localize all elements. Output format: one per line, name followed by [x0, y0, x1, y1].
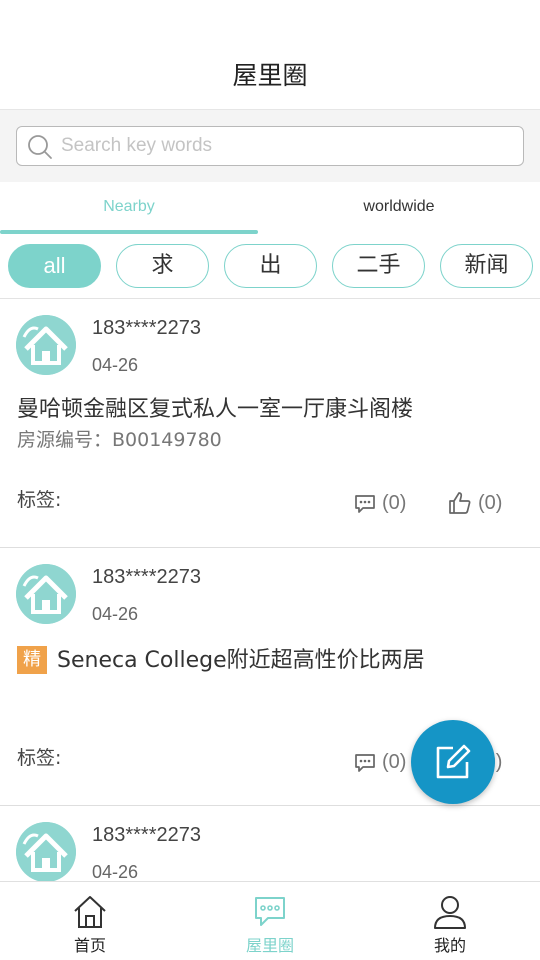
comment-button[interactable]: (0): [354, 492, 406, 515]
active-tab-indicator: [0, 230, 258, 234]
tab-nearby[interactable]: Nearby: [0, 182, 258, 234]
tags-label: 标签:: [17, 747, 62, 769]
post-username: 183****2273: [92, 317, 201, 339]
avatar[interactable]: [16, 315, 76, 375]
featured-badge: 精: [17, 646, 47, 674]
user-icon: [434, 896, 466, 929]
chip-offer[interactable]: 出: [224, 244, 317, 288]
nav-home[interactable]: 首页: [0, 882, 180, 960]
bottom-navigation: 首页 屋里圈 我的: [0, 881, 540, 960]
like-count: (0): [478, 491, 503, 514]
house-logo-icon: [16, 315, 76, 375]
tab-worldwide[interactable]: worldwide: [270, 182, 528, 234]
nav-home-label: 首页: [73, 936, 106, 955]
thumbs-up-icon: [449, 492, 471, 514]
post-card[interactable]: 183****2273 04-26 曼哈顿金融区复式私人一室一厅康斗阁楼 房源编…: [0, 299, 540, 548]
comment-count: (0): [382, 751, 407, 773]
comment-button[interactable]: (0): [354, 751, 406, 774]
comment-icon: [355, 753, 375, 772]
home-icon: [74, 896, 106, 928]
avatar[interactable]: [16, 564, 76, 624]
chip-all[interactable]: all: [8, 244, 101, 288]
chip-seek[interactable]: 求: [116, 244, 209, 288]
post-date: 04-26: [92, 355, 139, 375]
comment-count: (0): [382, 492, 407, 514]
post-date: 04-26: [92, 862, 139, 881]
post-username: 183****2273: [92, 566, 201, 588]
chip-news[interactable]: 新闻: [440, 244, 533, 288]
post-username: 183****2273: [92, 824, 201, 846]
nav-circle[interactable]: 屋里圈: [180, 882, 360, 960]
search-icon: [28, 135, 52, 159]
chat-icon: [255, 897, 285, 926]
chip-secondhand[interactable]: 二手: [332, 244, 425, 288]
avatar[interactable]: [16, 822, 76, 881]
category-filter-chips: all 求 出 二手 新闻: [0, 242, 540, 298]
nav-profile[interactable]: 我的: [360, 882, 540, 960]
edit-icon: [436, 744, 471, 779]
app-header: 屋里圈: [0, 0, 540, 110]
search-box[interactable]: [16, 126, 524, 166]
search-input[interactable]: [61, 133, 501, 159]
like-button[interactable]: (0): [448, 491, 502, 515]
compose-post-button[interactable]: [411, 720, 495, 804]
post-card[interactable]: 183****2273 04-26: [0, 806, 540, 881]
house-logo-icon: [16, 822, 76, 881]
house-logo-icon: [16, 564, 76, 624]
tags-label: 标签:: [17, 489, 62, 511]
comment-icon: [355, 494, 375, 513]
post-title[interactable]: 精 Seneca College附近超高性价比两居: [17, 642, 425, 674]
post-title[interactable]: 曼哈顿金融区复式私人一室一厅康斗阁楼: [17, 391, 413, 423]
search-bar-container: [0, 110, 540, 182]
post-date: 04-26: [92, 604, 139, 624]
location-tabs: Nearby worldwide: [0, 182, 540, 234]
post-title-text: Seneca College附近超高性价比两居: [57, 648, 425, 673]
nav-circle-label: 屋里圈: [245, 936, 294, 955]
page-title: 屋里圈: [232, 61, 308, 90]
nav-profile-label: 我的: [433, 936, 466, 955]
listing-id: 房源编号：B00149780: [17, 429, 222, 451]
